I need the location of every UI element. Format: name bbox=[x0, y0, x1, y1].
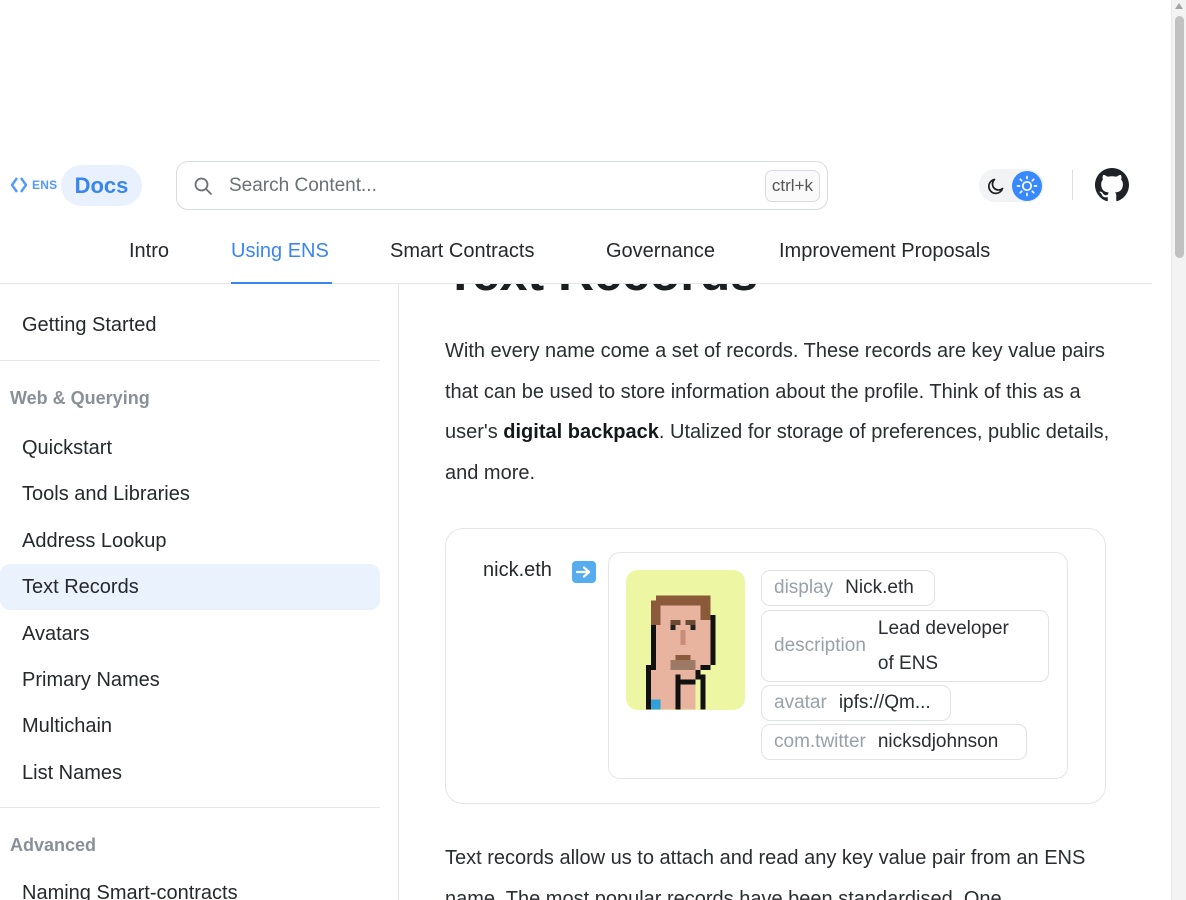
sun-icon[interactable] bbox=[1012, 171, 1042, 201]
sidebar-heading-web-querying: Web & Querying bbox=[10, 388, 150, 408]
tab-intro[interactable]: Intro bbox=[129, 240, 169, 263]
scroll-up-arrow-icon[interactable] bbox=[1175, 3, 1183, 9]
sidebar-item-quickstart[interactable]: Quickstart bbox=[0, 425, 380, 471]
tab-improvement-proposals[interactable]: Improvement Proposals bbox=[779, 240, 990, 263]
avatar bbox=[626, 570, 745, 710]
github-icon[interactable] bbox=[1095, 168, 1129, 202]
text-records-paragraph: Text records allow us to attach and read… bbox=[445, 847, 1086, 900]
tab-governance[interactable]: Governance bbox=[606, 240, 715, 263]
sidebar-item-tools-and-libraries[interactable]: Tools and Libraries bbox=[0, 471, 380, 517]
profile-card: display Nick.eth description Lead develope… bbox=[608, 552, 1068, 779]
top-nav-tabs: Intro Using ENS Smart Contracts Governan… bbox=[0, 222, 1152, 284]
sidebar-item-naming-smart-contracts[interactable]: Naming Smart-contracts bbox=[0, 870, 380, 900]
sidebar-item-address-lookup[interactable]: Address Lookup bbox=[0, 518, 380, 564]
sidebar-divider bbox=[0, 807, 380, 808]
sidebar-item-primary-names[interactable]: Primary Names bbox=[0, 657, 380, 703]
sidebar: Getting Started Web & Querying Quickstar… bbox=[0, 284, 399, 900]
theme-toggle[interactable] bbox=[979, 169, 1044, 202]
record-description: description Lead developer of ENS bbox=[761, 610, 1049, 682]
sidebar-item-list-names[interactable]: List Names bbox=[0, 750, 380, 796]
search-input[interactable] bbox=[229, 171, 749, 201]
sidebar-divider bbox=[0, 360, 380, 361]
ens-logo[interactable]: ENS bbox=[10, 177, 57, 193]
sidebar-item-multichain[interactable]: Multichain bbox=[0, 703, 380, 749]
tab-smart-contracts[interactable]: Smart Contracts bbox=[390, 240, 534, 263]
right-arrow-icon bbox=[572, 561, 596, 583]
search-icon bbox=[194, 177, 212, 195]
intro-bold-text: digital backpack bbox=[503, 421, 659, 443]
demo-ens-name: nick.eth bbox=[483, 559, 552, 581]
page-scrollbar[interactable] bbox=[1171, 0, 1186, 900]
search-shortcut-badge: ctrl+k bbox=[764, 170, 820, 202]
search-box[interactable]: ctrl+k bbox=[176, 161, 828, 210]
sidebar-item-getting-started[interactable]: Getting Started bbox=[0, 302, 380, 348]
logo-text: ENS bbox=[32, 178, 58, 192]
tab-using-ens[interactable]: Using ENS bbox=[231, 240, 329, 263]
header-divider bbox=[1072, 170, 1073, 200]
record-display: display Nick.eth bbox=[761, 570, 935, 606]
record-com-twitter: com.twitter nicksdjohnson bbox=[761, 724, 1027, 760]
sidebar-item-avatars[interactable]: Avatars bbox=[0, 611, 380, 657]
ens-logo-icon bbox=[10, 177, 28, 193]
sidebar-heading-advanced: Advanced bbox=[10, 835, 97, 855]
profile-demo-card: nick.eth display Nick.eth description Le… bbox=[445, 528, 1106, 804]
active-tab-indicator bbox=[231, 282, 332, 284]
scrollbar-thumb[interactable] bbox=[1175, 16, 1184, 258]
intro-paragraph: With every name come a set of records. T… bbox=[445, 340, 1110, 484]
record-avatar: avatar ipfs://Qm... bbox=[761, 685, 951, 721]
moon-icon[interactable] bbox=[984, 173, 1009, 198]
docs-home-link[interactable]: Docs bbox=[61, 165, 142, 206]
sidebar-item-text-records[interactable]: Text Records bbox=[0, 564, 380, 610]
main-content: Text Records With every name come a set … bbox=[400, 222, 1152, 900]
